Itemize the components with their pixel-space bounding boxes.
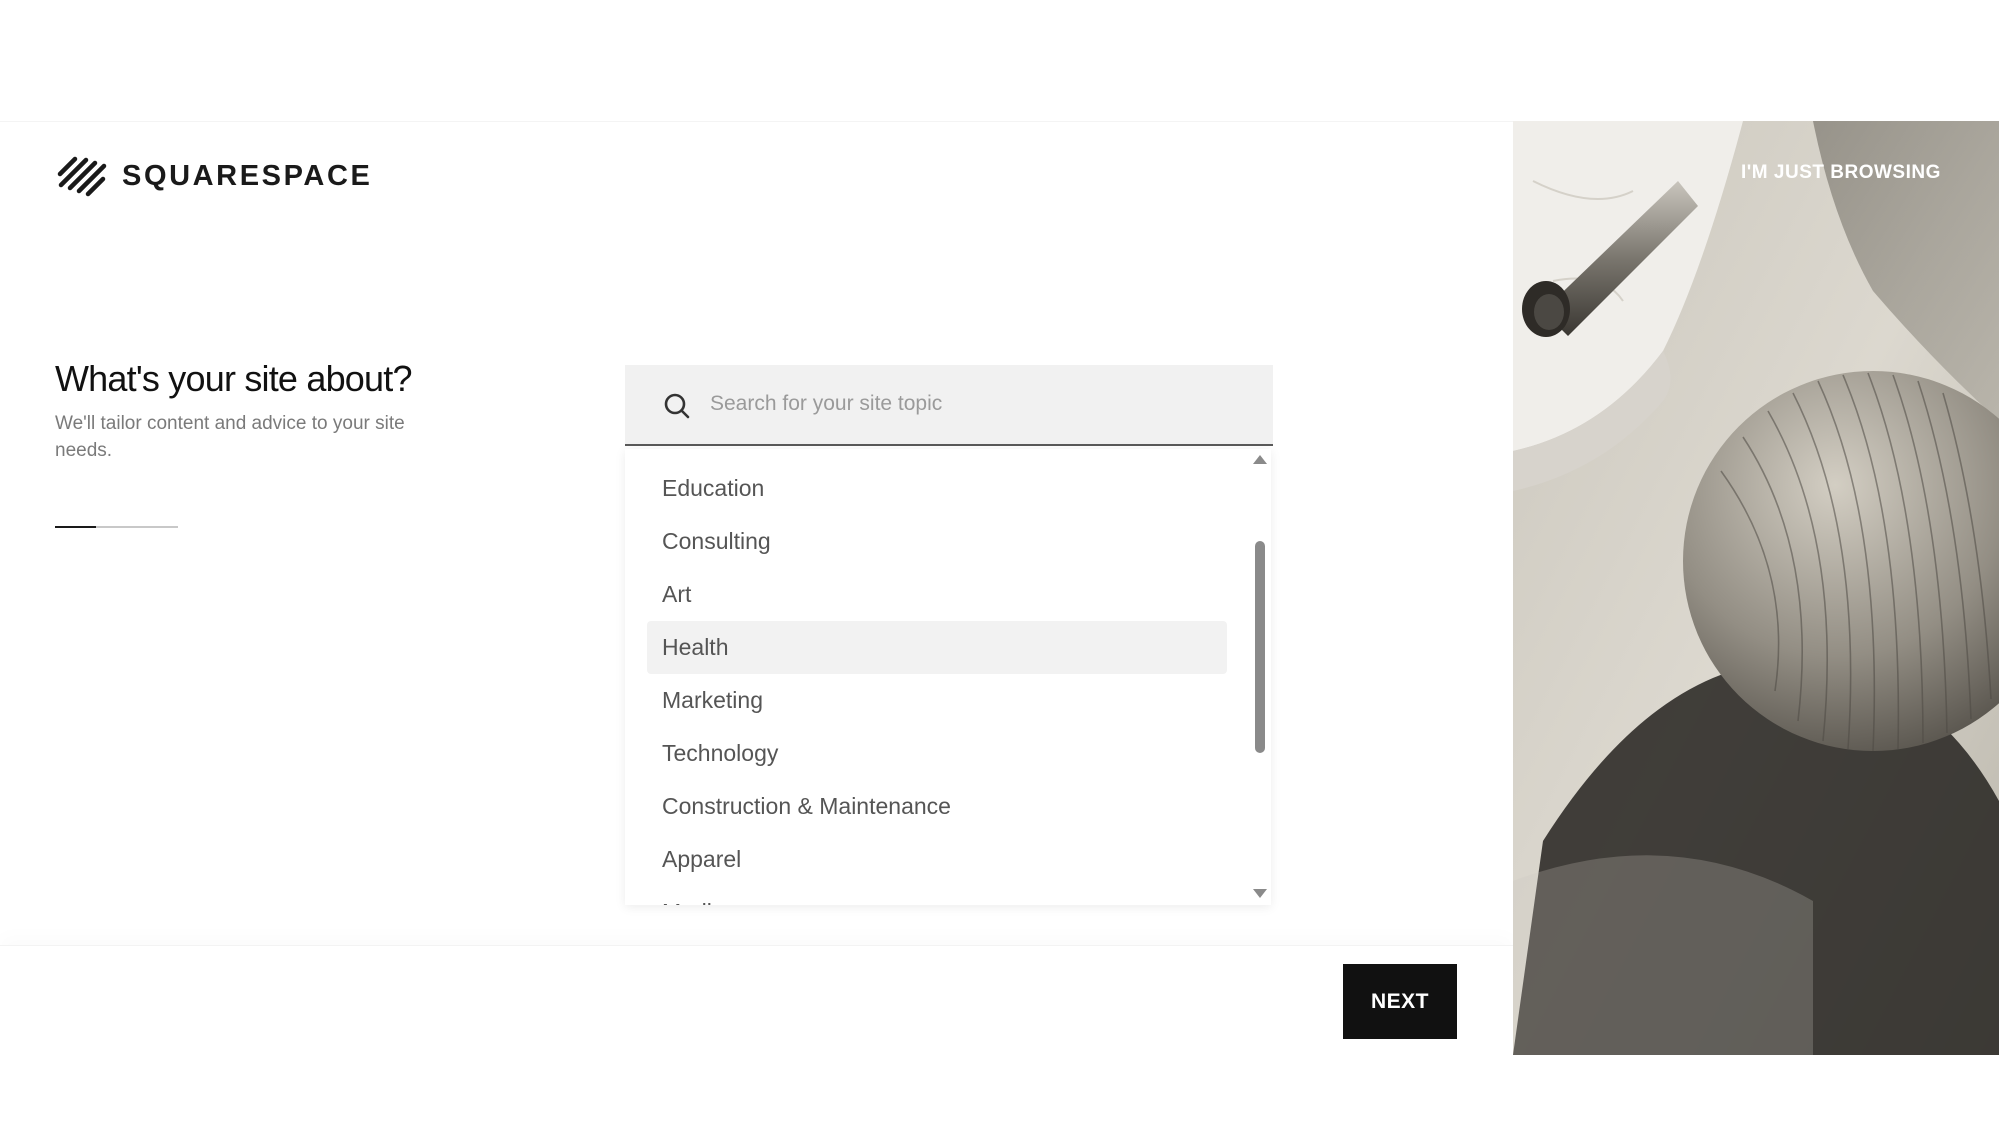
topic-option[interactable]: Education xyxy=(647,462,1227,515)
squarespace-logo-icon xyxy=(57,156,107,197)
topic-option[interactable]: Apparel xyxy=(647,833,1227,886)
topic-dropdown[interactable]: DesignEducationConsultingArtHealthMarket… xyxy=(625,449,1271,905)
page-subtitle: We'll tailor content and advice to your … xyxy=(55,413,405,461)
scrollbar-thumb[interactable] xyxy=(1255,541,1265,753)
scrollbar[interactable] xyxy=(1255,471,1265,881)
topic-option[interactable]: Media xyxy=(647,886,1227,905)
top-bar xyxy=(0,0,1999,122)
footer-bar xyxy=(0,945,1513,1056)
topic-option[interactable]: Marketing xyxy=(647,674,1227,727)
just-browsing-link[interactable]: I'M JUST BROWSING xyxy=(1741,162,1941,184)
topic-option[interactable]: Health xyxy=(647,621,1227,674)
scroll-down-arrow[interactable] xyxy=(1253,889,1267,898)
topic-option[interactable]: Design xyxy=(647,449,1227,462)
search-input[interactable] xyxy=(710,381,1230,427)
scroll-up-arrow[interactable] xyxy=(1253,455,1267,464)
topic-option[interactable]: Consulting xyxy=(647,515,1227,568)
brand-name: SQUARESPACE xyxy=(122,159,373,192)
progress-bar xyxy=(55,526,178,528)
topic-option[interactable]: Art xyxy=(647,568,1227,621)
search-box[interactable] xyxy=(625,365,1273,446)
topic-option[interactable]: Technology xyxy=(647,727,1227,780)
topic-list: DesignEducationConsultingArtHealthMarket… xyxy=(625,449,1245,905)
next-button[interactable]: NEXT xyxy=(1343,964,1457,1039)
squarespace-logo[interactable]: SQUARESPACE xyxy=(55,154,372,198)
topic-option[interactable]: Construction & Maintenance xyxy=(647,780,1227,833)
search-icon xyxy=(664,393,690,419)
hero-image xyxy=(1513,121,1999,1055)
progress-fill xyxy=(55,526,96,528)
page-title: What's your site about? xyxy=(55,358,412,399)
